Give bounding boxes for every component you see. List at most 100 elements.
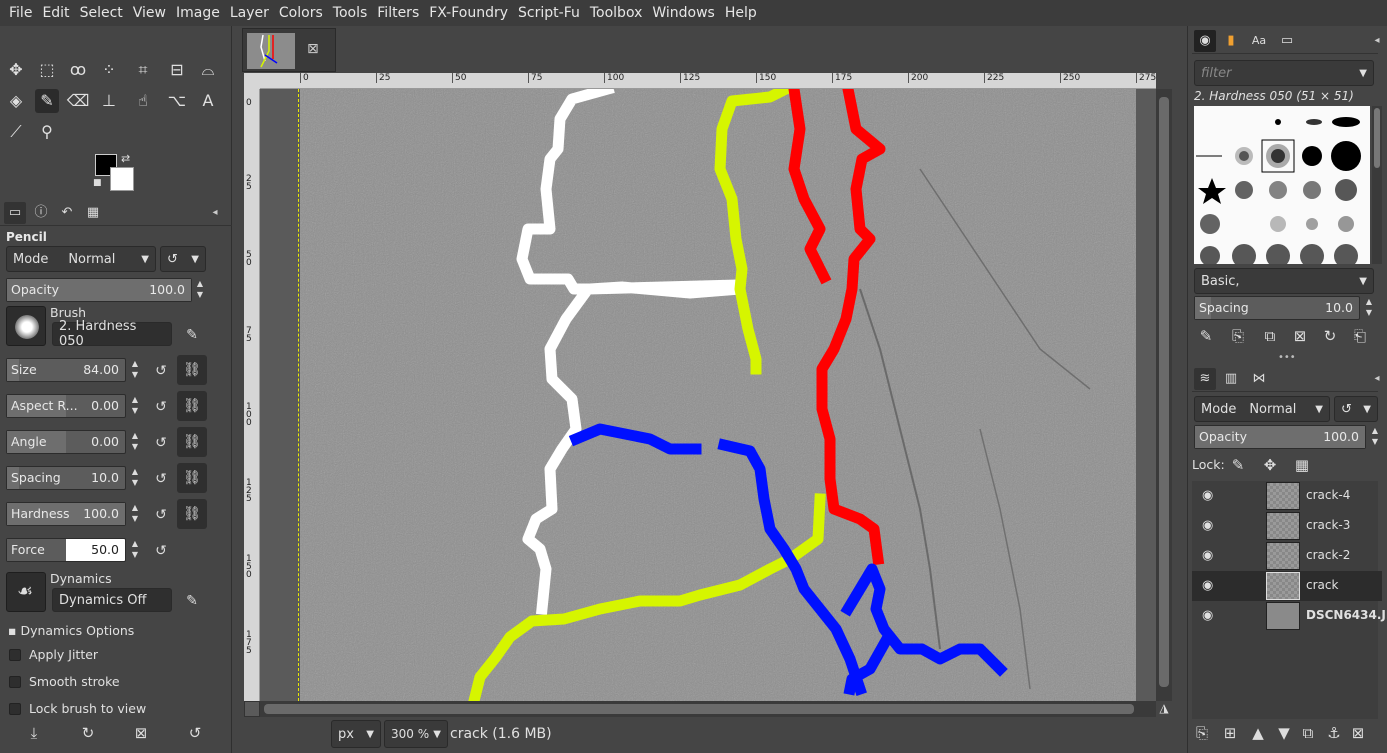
delete-brush-icon[interactable]: ⊠ [1290, 326, 1310, 346]
angle-slider[interactable]: Angle 0.00 [6, 430, 126, 454]
patterns-tab-icon[interactable]: ▮ [1220, 30, 1242, 52]
panel-menu-icon[interactable]: ◂ [208, 206, 222, 220]
vertical-scroll-thumb[interactable] [1159, 97, 1169, 687]
close-tab-icon[interactable]: ⊠ [307, 41, 319, 57]
new-layer-group-icon[interactable]: ⊞ [1220, 723, 1240, 743]
reset-size-icon[interactable]: ↺ [152, 362, 170, 380]
duplicate-layer-icon[interactable]: ⧉ [1298, 723, 1318, 743]
brushes-panel-menu-icon[interactable]: ◂ [1370, 34, 1384, 48]
color-picker-icon[interactable]: ⟋ [4, 120, 28, 144]
warp-icon[interactable]: ⌓ [196, 58, 220, 82]
layer-row[interactable]: ◉ DSCN6434.JF [1192, 601, 1387, 631]
menu-colors[interactable]: Colors [274, 0, 328, 26]
layers-panel-menu-icon[interactable]: ◂ [1370, 372, 1384, 386]
brush-name-field[interactable]: 2. Hardness 050 [52, 319, 172, 349]
edit-brush-icon[interactable]: ✎ [183, 326, 201, 344]
brush-filter-input[interactable]: filter ▼ [1194, 60, 1374, 86]
link-spacing-icon[interactable]: ⛓ [177, 463, 207, 493]
quick-mask-toggle[interactable] [244, 701, 260, 717]
rect-select-icon[interactable]: ⬚ [35, 58, 59, 82]
pencil-tool-icon[interactable]: ✎ [35, 89, 59, 113]
canvas-viewport[interactable] [260, 89, 1156, 701]
layers-tab-icon[interactable]: ≋ [1194, 368, 1216, 390]
new-layer-icon[interactable]: ⎘ [1192, 723, 1212, 743]
menu-filters[interactable]: Filters [372, 0, 424, 26]
lower-layer-icon[interactable]: ▼ [1274, 723, 1294, 743]
dynamics-name-field[interactable]: Dynamics Off [52, 588, 172, 612]
brush-spacing-slider[interactable]: Spacing 10.0 [1194, 296, 1360, 320]
channels-tab-icon[interactable]: ▥ [1220, 368, 1242, 390]
restore-options-icon[interactable]: ↻ [78, 723, 98, 743]
duplicate-brush-icon[interactable]: ⧉ [1260, 326, 1280, 346]
background-color-swatch[interactable] [110, 167, 134, 191]
size-slider[interactable]: Size 84.00 [6, 358, 126, 382]
navigate-icon[interactable]: ◮ [1156, 701, 1172, 717]
eraser-icon[interactable]: ⌫ [66, 89, 90, 113]
path-icon[interactable]: ⌥ [165, 89, 189, 113]
new-brush-icon[interactable]: ⎘ [1228, 326, 1248, 346]
apply-jitter-checkbox[interactable] [9, 649, 21, 661]
eye-icon[interactable]: ◉ [1202, 518, 1213, 533]
edit-dynamics-icon[interactable]: ✎ [183, 592, 201, 610]
spacing-slider[interactable]: Spacing 10.0 [6, 466, 126, 490]
bucket-fill-icon[interactable]: ◈ [4, 89, 28, 113]
delete-options-icon[interactable]: ⊠ [131, 723, 151, 743]
opacity-slider[interactable]: Opacity 100.0 [6, 278, 192, 302]
images-tab-icon[interactable]: ▦ [82, 202, 104, 224]
clone-icon[interactable]: ⊥ [97, 89, 121, 113]
reset-colors-icon[interactable]: ■ [93, 178, 102, 188]
anchor-layer-icon[interactable]: ⚓ [1324, 723, 1344, 743]
lock-pixels-icon[interactable]: ✎ [1228, 455, 1248, 475]
mode-select[interactable]: Mode Normal ▼ [6, 246, 156, 272]
lock-alpha-icon[interactable]: ▦ [1292, 455, 1312, 475]
mode-reset-select[interactable]: ↺ ▼ [160, 246, 206, 272]
dynamics-options-expander[interactable]: ▪ Dynamics Options [8, 623, 134, 638]
menu-toolbox[interactable]: Toolbox [585, 0, 648, 26]
layer-row[interactable]: ◉ crack-4 [1192, 481, 1382, 511]
vertical-ruler[interactable]: 0255075100125150175200 [244, 89, 260, 701]
open-brush-icon[interactable]: ⎗ [1350, 326, 1370, 346]
lasso-icon[interactable]: ꝏ [66, 58, 90, 82]
layer-mode-select[interactable]: Mode Normal ▼ [1194, 396, 1330, 422]
horizontal-ruler[interactable]: 0 25 50 75 100 125 150 175 200 225 250 275 [260, 73, 1156, 89]
size-spin[interactable]: ▲ ▼ [128, 358, 142, 382]
swap-colors-icon[interactable]: ⇄ [121, 152, 130, 165]
aspect-ratio-slider[interactable]: Aspect R... 0.00 [6, 394, 126, 418]
eye-icon[interactable]: ◉ [1202, 608, 1213, 623]
brush-spacing-spin[interactable]: ▲ ▼ [1362, 296, 1376, 320]
link-aspect-icon[interactable]: ⛓ [177, 391, 207, 421]
align-icon[interactable]: ⊟ [165, 58, 189, 82]
reset-options-icon[interactable]: ↺ [185, 723, 205, 743]
unit-select[interactable]: px ▼ [331, 720, 381, 748]
device-status-tab-icon[interactable]: ⓘ [30, 202, 52, 224]
zoom-icon[interactable]: ⚲ [35, 120, 59, 144]
brushes-tab-icon[interactable]: ◉ [1194, 30, 1216, 52]
layer-row[interactable]: ◉ crack-2 [1192, 541, 1382, 571]
eye-icon[interactable]: ◉ [1202, 548, 1213, 563]
undo-history-tab-icon[interactable]: ↶ [56, 202, 78, 224]
menu-file[interactable]: File [4, 0, 37, 26]
brush-tag-select[interactable]: Basic, ▼ [1194, 268, 1374, 294]
raise-layer-icon[interactable]: ▲ [1248, 723, 1268, 743]
menu-windows[interactable]: Windows [647, 0, 720, 26]
reset-spacing-icon[interactable]: ↺ [152, 470, 170, 488]
zoom-select[interactable]: 300 % ▼ [384, 720, 448, 748]
save-options-icon[interactable]: ⤓ [24, 723, 44, 743]
link-hardness-icon[interactable]: ⛓ [177, 499, 207, 529]
hardness-spin[interactable]: ▲ ▼ [128, 502, 142, 526]
layer-row[interactable]: ◉ crack-3 [1192, 511, 1382, 541]
smudge-icon[interactable]: ☝ [131, 89, 155, 113]
menu-tools[interactable]: Tools [328, 0, 373, 26]
link-angle-icon[interactable]: ⛓ [177, 427, 207, 457]
reset-aspect-icon[interactable]: ↺ [152, 398, 170, 416]
brush-grid-scroll-thumb[interactable] [1374, 108, 1380, 168]
hardness-slider[interactable]: Hardness 100.0 [6, 502, 126, 526]
dock-separator-handle[interactable]: ••• [1278, 352, 1296, 363]
menu-fx-foundry[interactable]: FX-Foundry [424, 0, 513, 26]
document-history-tab-icon[interactable]: ▭ [1276, 30, 1298, 52]
eye-icon[interactable]: ◉ [1202, 488, 1213, 503]
menu-layer[interactable]: Layer [225, 0, 274, 26]
menu-script-fu[interactable]: Script-Fu [513, 0, 585, 26]
tool-options-tab-icon[interactable]: ▭ [4, 202, 26, 224]
fonts-tab-icon[interactable]: Aa [1248, 30, 1270, 52]
